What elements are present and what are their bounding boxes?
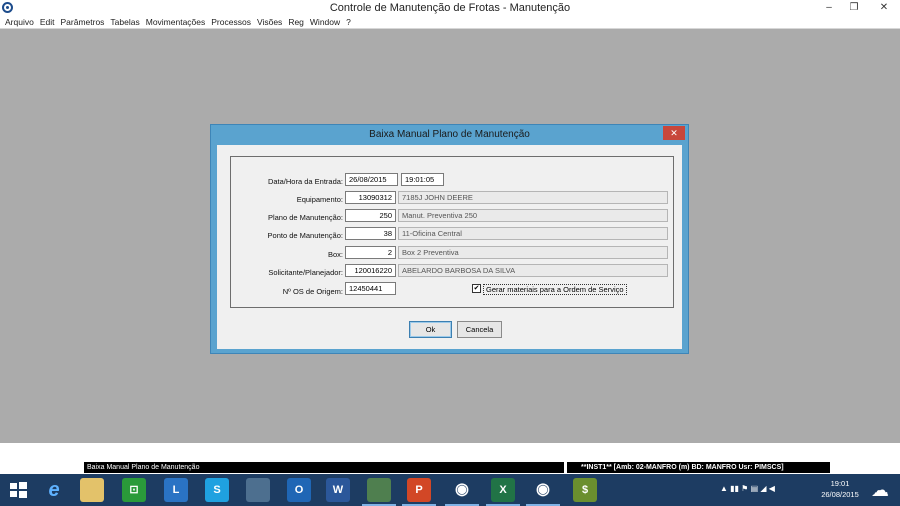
plano-input[interactable]: 250 bbox=[345, 209, 396, 222]
pims-app-icon[interactable]: ◉ bbox=[445, 478, 479, 506]
menu-edit[interactable]: Edit bbox=[40, 16, 55, 28]
ponto-label: Ponto de Manutenção: bbox=[267, 231, 343, 240]
menu-processos[interactable]: Processos bbox=[211, 16, 251, 28]
entrada-label: Data/Hora da Entrada: bbox=[267, 177, 343, 186]
ponto-desc: 11-Oficina Central bbox=[398, 227, 668, 240]
box-input[interactable]: 2 bbox=[345, 246, 396, 259]
box-label: Box: bbox=[327, 250, 343, 259]
clock[interactable]: 19:01 26/08/2015 bbox=[817, 478, 863, 500]
word-icon[interactable]: W bbox=[326, 478, 350, 502]
window-title: Controle de Manutenção de Frotas - Manut… bbox=[329, 2, 571, 14]
minimize-button[interactable]: – bbox=[818, 0, 840, 16]
menu-movimentacoes[interactable]: Movimentações bbox=[146, 16, 206, 28]
store-icon[interactable]: ⊡ bbox=[122, 478, 146, 502]
file-explorer-icon[interactable] bbox=[80, 478, 104, 502]
os-label: Nº OS de Origem: bbox=[282, 287, 343, 296]
menu-tabelas[interactable]: Tabelas bbox=[110, 16, 139, 28]
status-environment: **INST1** [Amb: 02-MANFRO (m) BD: MANFRO… bbox=[567, 462, 830, 473]
gerar-materiais-checkbox[interactable]: ✔ bbox=[472, 284, 481, 293]
status-message: Baixa Manual Plano de Manutenção bbox=[84, 462, 564, 473]
outlook-icon[interactable]: O bbox=[287, 478, 311, 502]
pims-app-2-icon[interactable]: ◉ bbox=[526, 478, 560, 506]
equipamento-input[interactable]: 13090312 bbox=[345, 191, 396, 204]
os-input[interactable]: 12450441 bbox=[345, 282, 396, 295]
menu-window[interactable]: Window bbox=[310, 16, 340, 28]
menu-bar: Arquivo Edit Parâmetros Tabelas Moviment… bbox=[0, 16, 900, 29]
dialog-title: Baixa Manual Plano de Manutenção bbox=[369, 129, 530, 140]
clock-date: 26/08/2015 bbox=[821, 490, 859, 499]
plano-label: Plano de Manutenção: bbox=[267, 213, 343, 222]
menu-help[interactable]: ? bbox=[346, 16, 351, 28]
ok-button[interactable]: Ok bbox=[409, 321, 452, 338]
dialog-body: Data/Hora da Entrada: 26/08/2015 19:01:0… bbox=[217, 145, 682, 349]
menu-reg[interactable]: Reg bbox=[288, 16, 304, 28]
form-group: Data/Hora da Entrada: 26/08/2015 19:01:0… bbox=[230, 156, 674, 308]
weather-icon[interactable]: ☁ bbox=[869, 480, 891, 500]
plano-desc: Manut. Preventiva 250 bbox=[398, 209, 668, 222]
money-app-icon[interactable]: $ bbox=[573, 478, 597, 502]
dialog-close-button[interactable]: ✕ bbox=[663, 126, 685, 140]
menu-visoes[interactable]: Visões bbox=[257, 16, 282, 28]
internet-explorer-icon[interactable]: e bbox=[42, 478, 66, 502]
menu-arquivo[interactable]: Arquivo bbox=[5, 16, 34, 28]
entrada-date-input[interactable]: 26/08/2015 bbox=[345, 173, 398, 186]
baixa-manual-dialog: Baixa Manual Plano de Manutenção ✕ Data/… bbox=[210, 124, 689, 354]
box-desc: Box 2 Preventiva bbox=[398, 246, 668, 259]
solicitante-label: Solicitante/Planejador: bbox=[268, 268, 343, 277]
close-button[interactable]: ✕ bbox=[868, 0, 900, 16]
menu-parametros[interactable]: Parâmetros bbox=[60, 16, 104, 28]
skype-icon[interactable]: S bbox=[205, 478, 229, 502]
equipamento-label: Equipamento: bbox=[296, 195, 343, 204]
title-bar: Controle de Manutenção de Frotas - Manut… bbox=[0, 0, 900, 16]
lync-icon[interactable]: L bbox=[164, 478, 188, 502]
status-area bbox=[0, 443, 900, 463]
solicitante-desc: ABELARDO BARBOSA DA SILVA bbox=[398, 264, 668, 277]
equipamento-desc: 7185J JOHN DEERE bbox=[398, 191, 668, 204]
fleet-app-icon[interactable] bbox=[362, 478, 396, 506]
ponto-input[interactable]: 38 bbox=[345, 227, 396, 240]
powerpoint-icon[interactable]: P bbox=[402, 478, 436, 506]
system-tray[interactable]: ▲ ▮▮ ⚑ ▤ ◢ ◀ bbox=[720, 484, 775, 493]
monitor-app-icon[interactable] bbox=[246, 478, 270, 502]
entrada-time-input[interactable]: 19:01:05 bbox=[401, 173, 444, 186]
gerar-materiais-label[interactable]: Gerar materiais para a Ordem de Serviço bbox=[483, 284, 627, 295]
clock-time: 19:01 bbox=[830, 479, 850, 488]
maximize-button[interactable]: ❐ bbox=[843, 0, 865, 16]
cancel-button[interactable]: Cancela bbox=[457, 321, 502, 338]
start-icon[interactable] bbox=[8, 478, 28, 502]
taskbar: e ⊡ L S O W P ◉ X ◉ $ ▲ ▮▮ ⚑ ▤ ◢ ◀ 19:01… bbox=[0, 474, 900, 506]
solicitante-input[interactable]: 120016220 bbox=[345, 264, 396, 277]
excel-icon[interactable]: X bbox=[486, 478, 520, 506]
